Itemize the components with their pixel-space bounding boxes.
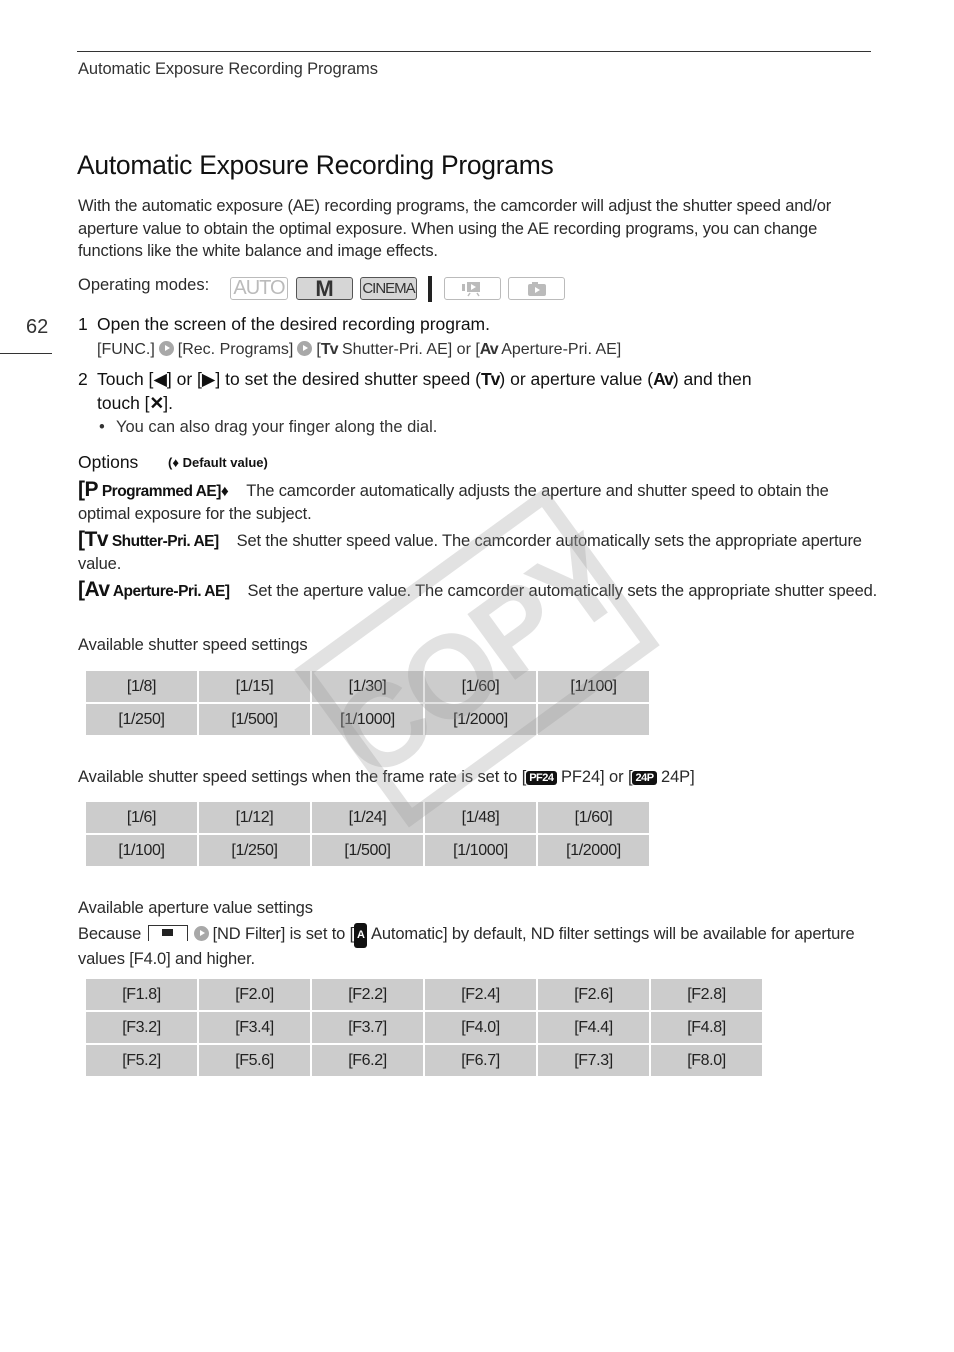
table-cell: [F4.8] (649, 1010, 764, 1045)
table-cell: [F5.2] (84, 1043, 199, 1078)
av-icon: Av (479, 341, 499, 358)
table-cell: [F5.6] (197, 1043, 312, 1078)
table-cell: [1/60] (423, 669, 538, 704)
func-menu-item: [FUNC.] (97, 341, 155, 358)
camera-mode-menu-icon (147, 925, 188, 941)
table-row: [1/250] [1/500] [1/1000] [1/2000] (84, 702, 651, 737)
page-number-rule (0, 353, 52, 354)
program-icon: P (84, 478, 99, 501)
mode-cinema-icon: CINEMA (360, 277, 417, 300)
tv-icon: Tv (84, 528, 109, 551)
table-row: [F5.2] [F5.6] [F6.2] [F6.7] [F7.3] [F8.0… (84, 1043, 764, 1078)
aperture-heading: Available aperture value settings (78, 899, 313, 917)
next-arrow-icon (158, 341, 174, 356)
shutter-speed-24p-heading: Available shutter speed settings when th… (78, 768, 695, 786)
video-playback-icon (444, 277, 501, 300)
table-cell (536, 702, 651, 737)
table-cell: [1/500] (310, 833, 425, 868)
close-icon: ✕ (149, 393, 165, 413)
page-number: 62 (26, 316, 49, 338)
page-title: Automatic Exposure Recording Programs (77, 150, 554, 180)
table-cell: [F2.0] (197, 977, 312, 1012)
shutter-speed-heading: Available shutter speed settings (78, 636, 308, 654)
table-cell: [F7.3] (536, 1043, 651, 1078)
table-cell: [F2.6] (536, 977, 651, 1012)
table-cell: [1/1000] (310, 702, 425, 737)
table-row: [1/100] [1/250] [1/500] [1/1000] [1/2000… (84, 833, 651, 868)
table-cell: [1/48] (423, 800, 538, 835)
aperture-note: Because [ND Filter] is set to [A Automat… (78, 923, 855, 968)
mode-separator (428, 276, 432, 302)
table-cell: [F4.4] (536, 1010, 651, 1045)
running-header: Automatic Exposure Recording Programs (78, 60, 378, 78)
options-heading: Options (78, 452, 139, 472)
table-row: [1/8] [1/15] [1/30] [1/60] [1/100] (84, 669, 651, 704)
operating-modes-label: Operating modes: (78, 276, 210, 294)
bullet-dot: • (99, 418, 105, 436)
table-cell: [F4.0] (423, 1010, 538, 1045)
table-cell: [F3.2] (84, 1010, 199, 1045)
table-cell: [1/8] (84, 669, 199, 704)
shutter-speed-24p-table: [1/6] [1/12] [1/24] [1/48] [1/60] [1/100… (84, 800, 651, 868)
shutter-speed-table: [1/8] [1/15] [1/30] [1/60] [1/100] [1/25… (84, 669, 651, 737)
default-value-note: (♦ Default value) (168, 455, 268, 470)
table-cell: [1/24] (310, 800, 425, 835)
table-cell: [F8.0] (649, 1043, 764, 1078)
step-2: 2 Touch [◀] or [▶] to set the desired shu… (78, 369, 752, 413)
table-cell: [F2.8] (649, 977, 764, 1012)
step-1-menu-path: [FUNC.] [Rec. Programs] [Tv Shutter-Pri. A… (97, 341, 622, 358)
step-1: 1 Open the screen of the desired recordin… (78, 314, 490, 334)
table-cell: [F2.4] (423, 977, 538, 1012)
table-cell: [F6.7] (423, 1043, 538, 1078)
table-cell: [1/1000] (423, 833, 538, 868)
table-row: [F3.2] [F3.4] [F3.7] [F4.0] [F4.4] [F4.8… (84, 1010, 764, 1045)
table-row: [F1.8] [F2.0] [F2.2] [F2.4] [F2.6] [F2.8… (84, 977, 764, 1012)
mode-auto-icon: AUTO (230, 277, 288, 300)
option-aperture-pri-ae: [Av Aperture-Pri. AE] Set the aperture va… (78, 578, 878, 601)
right-arrow-icon: ▶ (201, 369, 216, 389)
table-cell: [F3.4] (197, 1010, 312, 1045)
table-cell: [1/100] (84, 833, 199, 868)
24p-icon: 24P (632, 771, 657, 785)
bullet-note: • You can also drag your finger along the… (99, 418, 438, 436)
table-cell: [1/12] (197, 800, 312, 835)
header-rule (77, 51, 871, 52)
next-arrow-icon (297, 341, 313, 356)
tv-icon: Tv (320, 341, 339, 358)
table-cell: [1/100] (536, 669, 651, 704)
av-icon: Av (653, 369, 674, 389)
av-icon: Av (84, 578, 111, 601)
table-cell: [1/250] (84, 702, 199, 737)
table-cell: [1/250] (197, 833, 312, 868)
table-cell: [1/30] (310, 669, 425, 704)
table-cell: [1/15] (197, 669, 312, 704)
mode-manual-icon: M (296, 276, 353, 301)
table-row: [1/6] [1/12] [1/24] [1/48] [1/60] (84, 800, 651, 835)
table-cell: [1/2000] (536, 833, 651, 868)
intro-paragraph: With the automatic exposure (AE) recordi… (78, 197, 832, 261)
table-cell: [F6.2] (310, 1043, 425, 1078)
table-cell: [F3.7] (310, 1010, 425, 1045)
next-arrow-icon (193, 926, 209, 941)
photo-playback-icon (508, 277, 565, 300)
tv-icon: Tv (480, 369, 500, 389)
table-cell: [1/60] (536, 800, 651, 835)
left-arrow-icon: ◀ (153, 369, 167, 389)
table-cell: [1/2000] (423, 702, 538, 737)
option-programmed-ae: [P Programmed AE]♦ The camcorder automati… (78, 478, 829, 523)
option-shutter-pri-ae: [Tv Shutter-Pri. AE] Set the shutter spee… (78, 528, 862, 573)
rec-programs-item: [Rec. Programs] (177, 341, 294, 358)
aperture-table: [F1.8] [F2.0] [F2.2] [F2.4] [F2.6] [F2.8… (84, 977, 764, 1078)
table-cell: [1/500] (197, 702, 312, 737)
table-cell: [F1.8] (84, 977, 199, 1012)
pf24-icon: PF24 (526, 771, 557, 785)
table-cell: [F2.2] (310, 977, 425, 1012)
automatic-icon: A (354, 923, 368, 948)
table-cell: [1/6] (84, 800, 199, 835)
